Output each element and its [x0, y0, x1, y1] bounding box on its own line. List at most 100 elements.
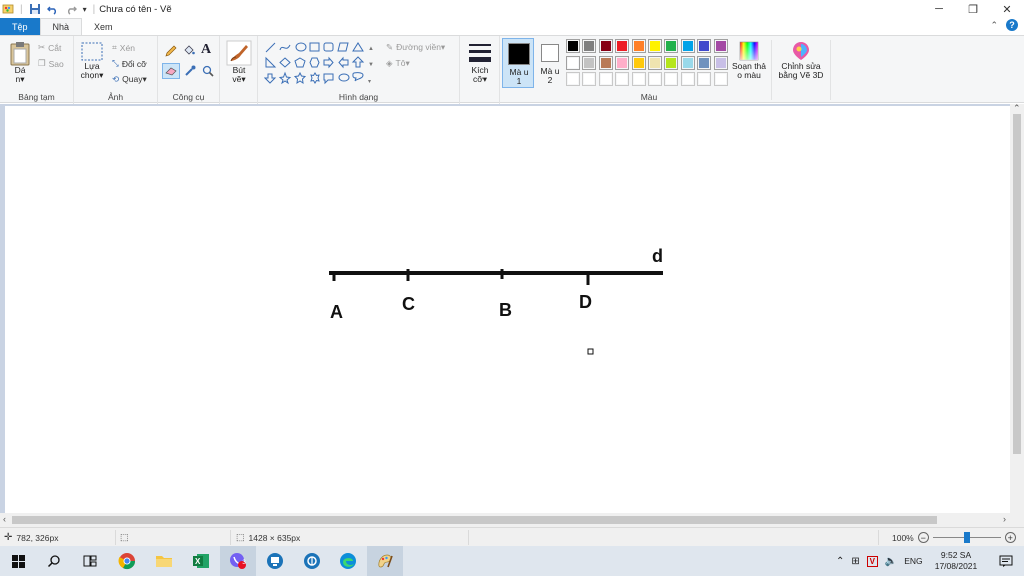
- color-swatch[interactable]: [631, 72, 646, 86]
- color-swatch[interactable]: [598, 72, 613, 86]
- help-icon[interactable]: ?: [1006, 19, 1018, 31]
- paint-button[interactable]: [367, 546, 403, 576]
- search-button[interactable]: [36, 546, 72, 576]
- brush-icon: [226, 40, 252, 66]
- zoom-slider-thumb[interactable]: [963, 532, 970, 543]
- text-tool-icon[interactable]: A: [201, 42, 211, 58]
- color-swatch[interactable]: [566, 72, 580, 86]
- fill-label: Tô▾: [395, 58, 410, 68]
- color-swatch[interactable]: [566, 39, 580, 53]
- color-swatch[interactable]: [713, 39, 728, 53]
- size-button[interactable]: Kích cỡ▾: [465, 40, 495, 84]
- color-swatch[interactable]: [664, 39, 679, 53]
- drawing-canvas[interactable]: d A C B D: [5, 106, 1010, 513]
- color-swatch[interactable]: [615, 72, 630, 86]
- network-icon[interactable]: ⊞: [851, 556, 859, 567]
- task-view-button[interactable]: [72, 546, 108, 576]
- color-swatch[interactable]: [648, 55, 662, 70]
- resize-button[interactable]: ⤡ Đổi cỡ: [112, 58, 147, 69]
- color-swatch[interactable]: [697, 39, 712, 53]
- edge-button[interactable]: [330, 546, 366, 576]
- pencil-icon[interactable]: [164, 44, 178, 58]
- color-swatch[interactable]: [631, 39, 646, 53]
- file-explorer-button[interactable]: [146, 546, 182, 576]
- select-button[interactable]: Lựa chọn▾: [80, 42, 104, 80]
- color-swatch[interactable]: [680, 72, 695, 86]
- antivirus-icon[interactable]: V: [866, 555, 878, 567]
- color-swatch[interactable]: [582, 72, 597, 86]
- fill-bucket-icon[interactable]: [182, 44, 196, 58]
- outline-button[interactable]: ✎ Đường viền▾: [386, 42, 445, 53]
- edit-colors-button[interactable]: Soạn thả o màu: [730, 40, 768, 80]
- crop-button[interactable]: ⌗ Xén: [112, 42, 135, 53]
- color-swatch[interactable]: [598, 55, 613, 70]
- paste-button[interactable]: Dá n▾: [6, 40, 34, 84]
- color-swatch[interactable]: [615, 39, 630, 53]
- color-swatch[interactable]: [664, 55, 679, 70]
- color-swatch[interactable]: [582, 39, 597, 53]
- color-swatch[interactable]: [648, 39, 662, 53]
- viber-button[interactable]: 3: [220, 546, 256, 576]
- color-swatch[interactable]: [598, 39, 613, 53]
- color1-label: Mà u 1: [509, 67, 529, 86]
- horizontal-scroll-thumb[interactable]: [12, 516, 937, 524]
- color-swatch[interactable]: [713, 72, 728, 86]
- color-swatch[interactable]: [680, 55, 695, 70]
- scroll-left-icon[interactable]: ‹: [3, 514, 6, 524]
- minimize-button[interactable]: ─: [922, 0, 956, 18]
- rotate-button[interactable]: ⟲ Quay▾: [112, 74, 147, 85]
- collapse-ribbon-icon[interactable]: ⌃: [990, 20, 998, 31]
- color-swatch[interactable]: [648, 72, 662, 86]
- zoom-in-button[interactable]: +: [1004, 532, 1016, 543]
- language-indicator[interactable]: ENG: [904, 556, 922, 566]
- crop-label: Xén: [119, 42, 135, 53]
- vertical-scroll-thumb[interactable]: [1013, 114, 1021, 454]
- scroll-right-icon[interactable]: ›: [1003, 514, 1006, 524]
- zoom-out-button[interactable]: −: [917, 532, 929, 543]
- color-picker-icon[interactable]: [183, 64, 197, 78]
- app-1-button[interactable]: [257, 546, 293, 576]
- zoom-slider[interactable]: [932, 532, 1001, 543]
- scroll-up-icon[interactable]: ⌃: [1013, 103, 1021, 114]
- image-size: ⬚ 1428 × 635px: [236, 528, 300, 547]
- shapes-gallery[interactable]: ▲ ▼ ▾: [264, 41, 376, 87]
- show-hidden-icons-icon[interactable]: ⌃: [836, 556, 844, 567]
- color-swatch[interactable]: [566, 55, 580, 70]
- redo-icon[interactable]: [65, 3, 77, 15]
- close-button[interactable]: ✕: [990, 0, 1024, 18]
- color-swatch[interactable]: [631, 55, 646, 70]
- save-icon[interactable]: [29, 3, 41, 15]
- vertical-scrollbar[interactable]: ⌃: [1010, 103, 1024, 528]
- color-swatch[interactable]: [615, 55, 630, 70]
- magnifier-icon[interactable]: [201, 64, 215, 78]
- clock[interactable]: 9:52 SA 17/08/2021: [934, 546, 978, 576]
- start-button[interactable]: [0, 546, 36, 576]
- edit-with-paint3d-button[interactable]: Chỉnh sửa bằng Vẽ 3D: [774, 40, 828, 80]
- zoom-controls: 100% − +: [892, 528, 1016, 547]
- cut-label: Cắt: [48, 42, 62, 53]
- color-swatch[interactable]: [664, 72, 679, 86]
- notifications-button[interactable]: [988, 546, 1024, 576]
- volume-icon[interactable]: 🔈: [885, 556, 897, 567]
- tab-view[interactable]: Xem: [82, 18, 125, 35]
- cut-button[interactable]: ✂ Cắt: [38, 42, 61, 53]
- fill-button[interactable]: ◈ Tô▾: [386, 58, 410, 69]
- undo-icon[interactable]: [46, 3, 59, 15]
- copy-button[interactable]: ❐ Sao: [38, 58, 64, 69]
- quick-access-dropdown-icon[interactable]: ▾: [83, 5, 87, 14]
- horizontal-scrollbar[interactable]: ‹ ›: [0, 513, 1024, 527]
- maximize-button[interactable]: ❐: [956, 0, 990, 18]
- excel-button[interactable]: X: [183, 546, 219, 576]
- tab-file[interactable]: Tệp: [0, 18, 40, 35]
- color2-button[interactable]: Mà u 2: [536, 38, 566, 88]
- chrome-button[interactable]: [109, 546, 145, 576]
- color1-button[interactable]: Mà u 1: [502, 38, 534, 88]
- brushes-button[interactable]: Bút vẽ▾: [224, 40, 254, 84]
- app-2-button[interactable]: [294, 546, 330, 576]
- color-swatch[interactable]: [680, 39, 695, 53]
- tab-home[interactable]: Nhà: [39, 18, 83, 35]
- color-swatch[interactable]: [697, 72, 712, 86]
- color-swatch[interactable]: [582, 55, 597, 70]
- color-swatch[interactable]: [713, 55, 728, 70]
- color-swatch[interactable]: [697, 55, 712, 70]
